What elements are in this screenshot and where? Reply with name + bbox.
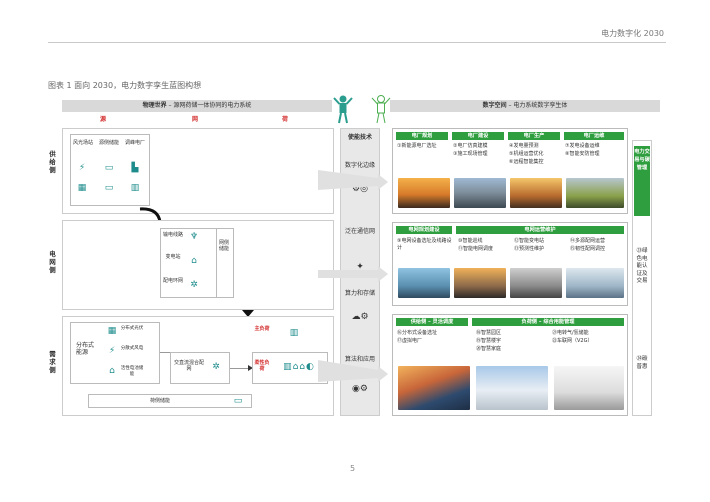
power-plant-icon: ▙ [131, 163, 139, 173]
microgrid-label: 交直流混合配网 [173, 360, 204, 372]
grid-item-14: ⑭多源配网运营 [570, 238, 606, 244]
physical-world-banner: 物理世界 – 源网荷储一体协同的电力系统 [62, 100, 332, 112]
powerline-sunset-photo [454, 268, 506, 298]
tag-supply-flexible: 供给侧 – 灵活调度 [396, 318, 468, 326]
network-icon-2: ✲ [212, 362, 220, 372]
transmission-label: 输电线路 [162, 232, 183, 238]
factory-icon: ▥ [130, 183, 140, 193]
load-storage-label: 荷侧储能 [149, 398, 170, 404]
dist-storage-label: 活性电池储能 [120, 366, 144, 377]
connector-line-2 [230, 368, 248, 369]
wind-solar-label: 风光场站 [72, 140, 93, 146]
battery-icon-2: ▭ [104, 183, 114, 193]
tag-plant-production: 电厂生产 [508, 132, 560, 140]
digital-human-icon [371, 95, 391, 124]
column-load: 荷 [282, 116, 289, 123]
substation-icon: ⌂ [191, 256, 197, 266]
transmission-photo [398, 268, 450, 298]
plant-item-2: ②电厂仿真建模 [453, 143, 488, 149]
plant-item-7: ⑦发电设备运维 [565, 143, 600, 149]
row-grid-label: 电网侧 [49, 250, 56, 274]
digital-banner-text: – 电力系统数字孪生体 [506, 102, 568, 109]
wind-turbine-icon: ⚡ [78, 163, 86, 173]
plant-item-1: ①新能源电厂选址 [397, 143, 437, 149]
battery-icon-3: ▭ [233, 396, 243, 406]
figure-caption: 图表 1 面向 2030，电力数字孪生蓝图构想 [48, 81, 202, 90]
battery-icon: ▭ [104, 163, 114, 173]
physical-banner-bold: 物理世界 [142, 102, 167, 109]
solar-sunset-photo [398, 178, 450, 208]
column-source: 源 [100, 116, 107, 123]
grid-storage-box [216, 228, 234, 298]
demand-item-20: ⑳智慧家庭 [476, 346, 502, 352]
page-number: 5 [350, 464, 356, 473]
enabling-tech-title: 使能技术 [347, 134, 372, 141]
grid-storage-label: 网侧储能 [218, 240, 229, 252]
tag-grid-operation: 电网运营维护 [456, 226, 624, 234]
substation-label: 变电站 [165, 254, 181, 260]
substation-photo [510, 268, 562, 298]
trading-carbon-title: 电力交易与碳管理 [634, 146, 650, 216]
factory-icon-2: ▥ [289, 328, 299, 338]
tag-grid-planning: 电网规划建设 [396, 226, 452, 234]
flex-load-label: 柔性负荷 [254, 360, 270, 372]
tag-plant-operation: 电厂运维 [564, 132, 624, 140]
plant-item-4: ④发电量预测 [509, 143, 539, 149]
grid-item-9: ⑨电网设备选址及线路设计 [397, 238, 452, 251]
distribution-label: 配电环网 [162, 278, 183, 284]
transmission-tower-icon: ♆ [189, 232, 199, 242]
grid-item-11: ⑪智能电网调度 [458, 246, 494, 252]
grid-item-12: ⑫智能变电站 [514, 238, 545, 244]
demand-item-18: ⑱智慧园区 [476, 330, 502, 336]
physical-banner-text: – 源网荷储一体协同的电力系统 [166, 102, 252, 109]
ev-charging-photo [554, 366, 624, 410]
wind-turbine-icon-2: ⚡ [108, 346, 116, 356]
header-divider [48, 42, 666, 43]
plant-item-5: ⑤机组运营优化 [509, 151, 544, 157]
tower-sky-photo [566, 268, 624, 298]
column-grid: 网 [192, 116, 199, 123]
engineers-photo [454, 178, 506, 208]
digital-space-banner: 数字空间 – 电力系统数字孪生体 [390, 100, 660, 112]
demand-item-19: ⑲智慧楼宇 [476, 338, 502, 344]
row-demand-label: 需求侧 [49, 350, 56, 374]
main-load-label: 主负荷 [254, 326, 270, 332]
human-figure-icon [333, 95, 353, 124]
wind-farm-photo [510, 178, 562, 208]
grid-item-13: ⑬预测性维护 [514, 246, 545, 252]
dist-wind-label: 分散式风电 [120, 346, 144, 351]
plant-item-8: ⑧智能安防管理 [565, 151, 600, 157]
digital-banner-bold: 数字空间 [482, 102, 507, 109]
tag-plant-construction: 电厂建设 [452, 132, 504, 140]
connector-line [160, 352, 170, 353]
plant-item-3: ③施工现场管理 [453, 151, 488, 157]
rooftop-solar-photo [398, 366, 470, 410]
solar-panel-icon: ▦ [77, 183, 87, 193]
header-title: 电力数字化 2030 [601, 29, 664, 38]
solar-panel-icon-2: ▦ [107, 326, 117, 336]
dist-solar-label: 分布式光伏 [120, 326, 144, 331]
carbon-inclusive-item: ㉔碳普惠 [636, 356, 648, 370]
distributed-energy-label: 分布式能源 [76, 342, 95, 356]
mapping-arrows [318, 170, 388, 382]
maintenance-photo [566, 178, 624, 208]
storage-icon: ⌂ [109, 366, 115, 376]
source-storage-label: 源侧储能 [98, 140, 119, 146]
network-icon: ✲ [190, 280, 198, 290]
peaking-plant-label: 调峰电厂 [124, 140, 145, 146]
demand-item-16: ⑯分布式设备选址 [397, 330, 438, 336]
demand-item-17: ⑰虚拟电厂 [397, 338, 423, 344]
page: 电力数字化 2030 图表 1 面向 2030，电力数字孪生蓝图构想 物理世界 … [0, 0, 710, 502]
demand-item-22: ㉒车联网（V2G） [552, 338, 593, 344]
tag-load-management: 负荷侧 – 综合用能管理 [472, 318, 624, 326]
demand-item-21: ㉑电转气/氢储能 [552, 330, 589, 336]
tag-plant-planning: 电厂规划 [396, 132, 448, 140]
smart-park-photo [476, 366, 548, 410]
row-supply-label: 供给侧 [49, 150, 56, 174]
grid-item-15: ⑮韧性配网调控 [570, 246, 606, 252]
plant-item-6: ⑥远程智能集控 [509, 159, 544, 165]
grid-item-10: ⑩智能巡线 [458, 238, 483, 244]
green-power-item: ㉓绿色电能认证及交易 [636, 248, 648, 284]
